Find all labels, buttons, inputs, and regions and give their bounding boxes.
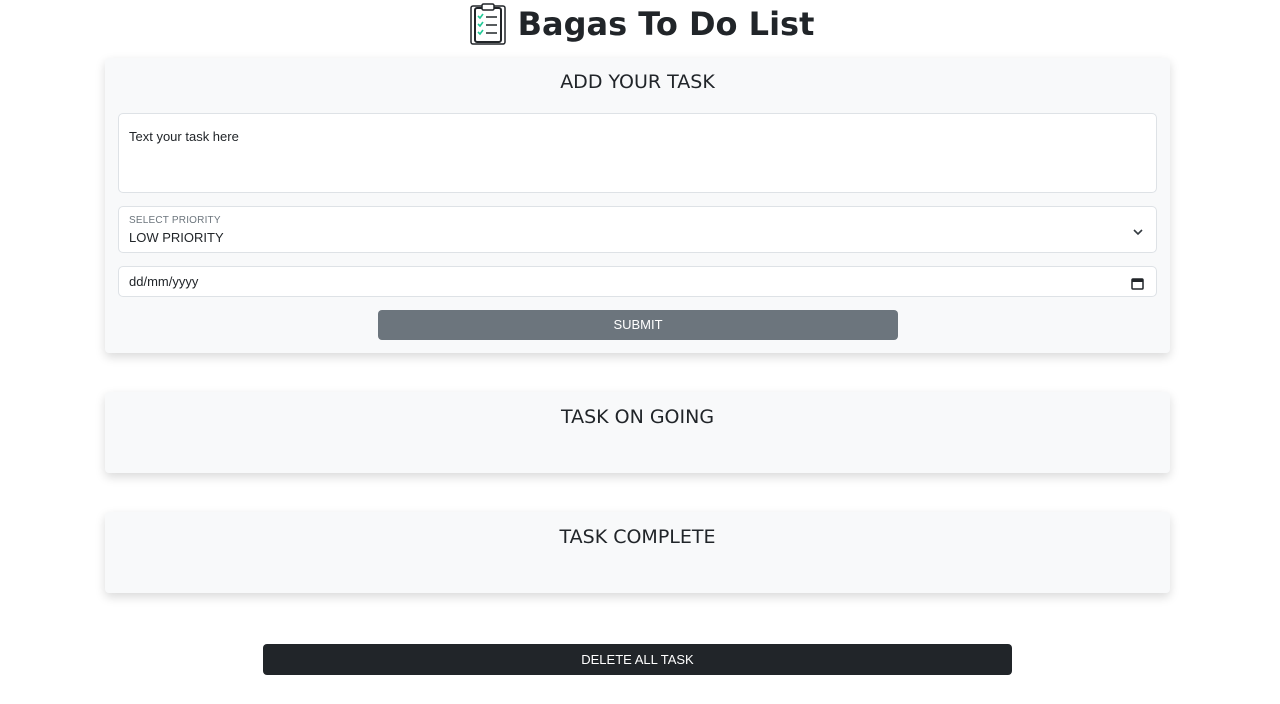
ongoing-tasks-heading: TASK ON GOING [560,406,715,428]
complete-tasks-card: TASK COMPLETE [105,512,1170,593]
delete-all-button[interactable]: DELETE ALL TASK [263,644,1012,675]
task-text-input[interactable] [118,113,1157,193]
add-task-card: ADD YOUR TASK SELECT PRIORITY LOW PRIORI… [105,58,1170,353]
ongoing-tasks-card: TASK ON GOING [105,392,1170,473]
submit-button[interactable]: SUBMIT [378,310,898,340]
priority-select-value: LOW PRIORITY [129,230,224,245]
chevron-down-icon [1132,223,1144,236]
due-date-input[interactable]: dd/mm/yyyy [118,266,1157,297]
page-header: Bagas To Do List [0,2,1280,46]
priority-select-label: SELECT PRIORITY [129,215,221,226]
add-task-heading: ADD YOUR TASK [560,71,715,93]
priority-select[interactable]: SELECT PRIORITY LOW PRIORITY [118,206,1157,253]
complete-tasks-heading: TASK COMPLETE [559,526,716,548]
clipboard-checklist-icon [466,2,510,46]
calendar-icon[interactable] [1131,275,1144,290]
due-date-placeholder: dd/mm/yyyy [129,274,199,289]
page-title: Bagas To Do List [517,5,815,43]
